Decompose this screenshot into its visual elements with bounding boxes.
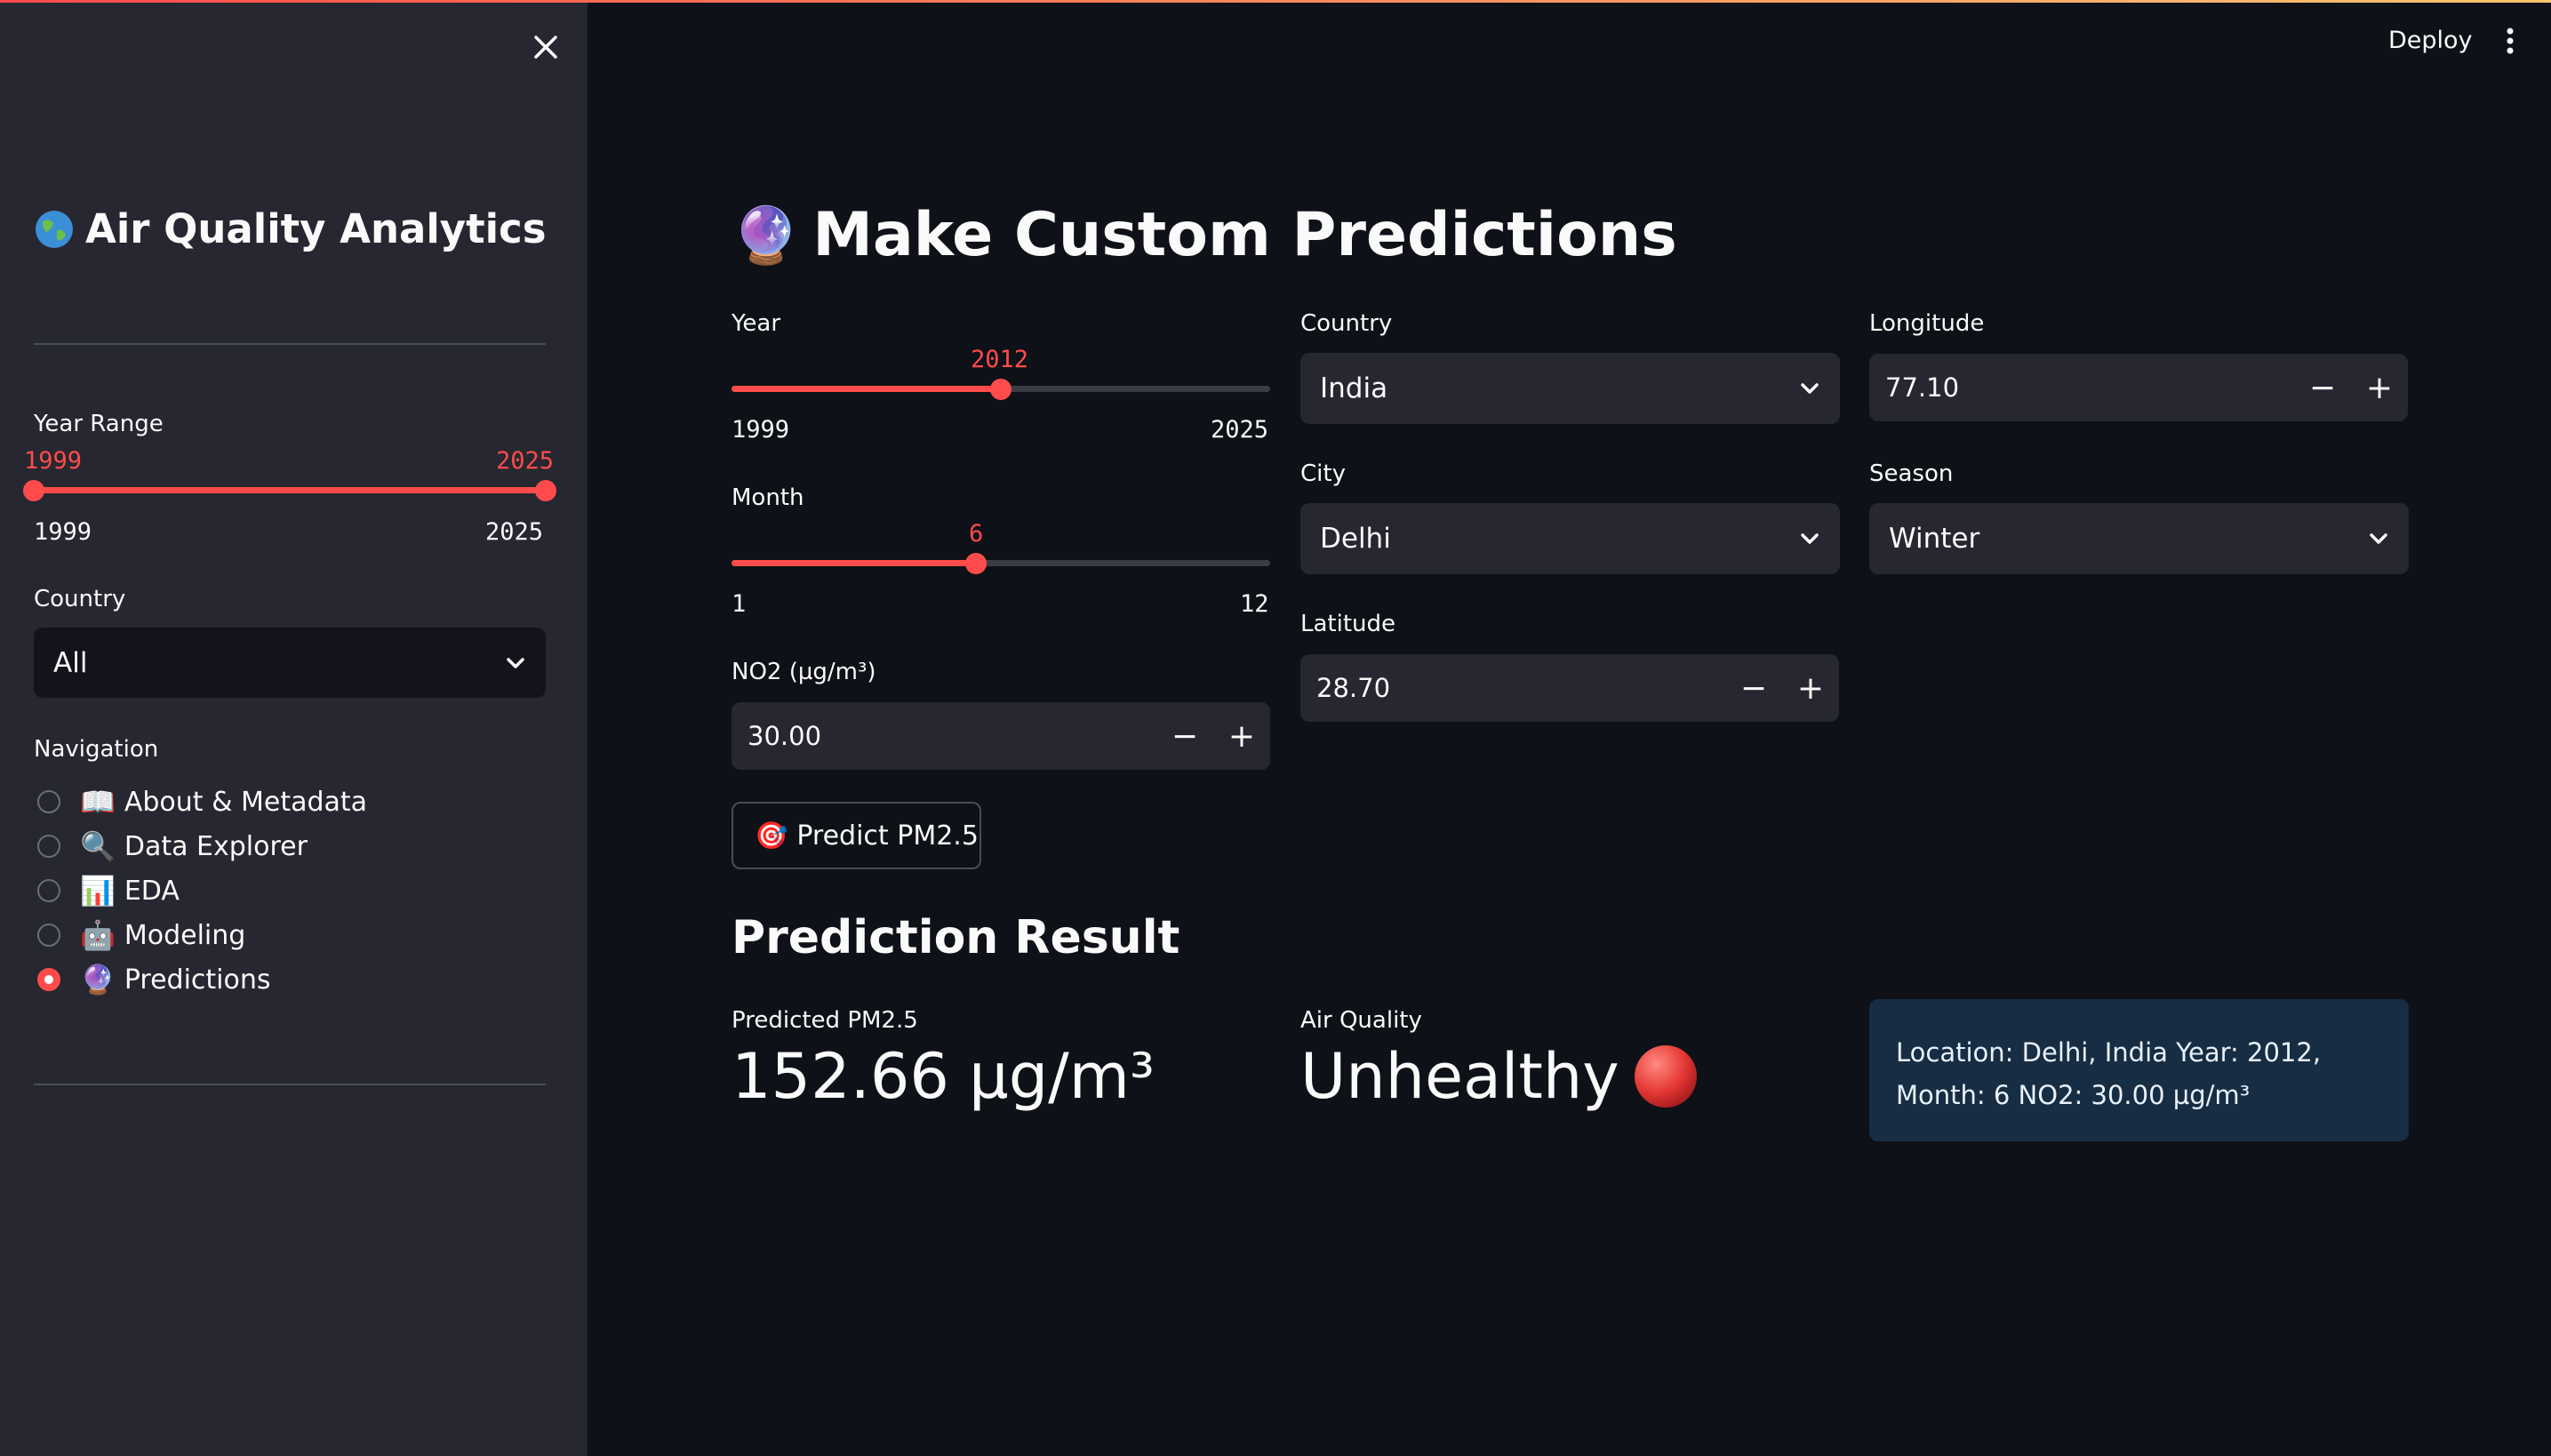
- chevron-down-icon: [1801, 533, 1819, 544]
- month-slider-handle[interactable]: [965, 553, 987, 574]
- minus-icon[interactable]: −: [1725, 654, 1782, 722]
- sidebar-title: Air Quality Analytics: [34, 205, 547, 252]
- sidebar: Air Quality Analytics Year Range 1999 20…: [0, 3, 588, 1456]
- latitude-input[interactable]: 28.70 − +: [1300, 654, 1839, 722]
- magnifier-icon: 🔍: [80, 829, 116, 863]
- sidebar-divider: [34, 343, 546, 345]
- sidebar-country-value: All: [53, 646, 88, 679]
- longitude-label: Longitude: [1869, 310, 1985, 337]
- year-min-label: 1999: [732, 416, 790, 444]
- plus-icon[interactable]: +: [2351, 354, 2408, 421]
- year-range-track[interactable]: [34, 487, 546, 493]
- bar-chart-icon: 📊: [80, 874, 116, 908]
- radio-button[interactable]: [37, 879, 60, 902]
- year-label: Year: [732, 310, 781, 337]
- deploy-button[interactable]: Deploy: [2388, 27, 2473, 54]
- year-slider-fill: [732, 386, 1001, 392]
- city-select[interactable]: Delhi: [1300, 503, 1840, 574]
- pm25-metric-label: Predicted PM2.5: [732, 1007, 918, 1034]
- month-value: 6: [969, 520, 984, 548]
- month-max-label: 12: [1240, 590, 1269, 618]
- radio-button[interactable]: [37, 924, 60, 947]
- prediction-info-box: Location: Delhi, India Year: 2012, Month…: [1869, 999, 2409, 1141]
- longitude-value[interactable]: 77.10: [1869, 372, 2294, 403]
- radio-button[interactable]: [37, 790, 60, 813]
- red-circle-icon: [1634, 1045, 1697, 1108]
- plus-icon[interactable]: +: [1213, 702, 1270, 770]
- prediction-info-text: Location: Delhi, India Year: 2012, Month…: [1896, 1037, 2322, 1110]
- globe-icon: [36, 210, 73, 248]
- year-range-low-value: 1999: [24, 447, 83, 475]
- pm25-metric-value: 152.66 µg/m³: [732, 1040, 1155, 1113]
- city-label: City: [1300, 460, 1346, 487]
- no2-value[interactable]: 30.00: [732, 721, 1156, 751]
- nav-item-predictions[interactable]: 🔮 Predictions: [37, 963, 271, 996]
- month-label: Month: [732, 484, 804, 511]
- open-book-icon: 📖: [80, 785, 116, 819]
- year-value: 2012: [971, 346, 1029, 373]
- air-quality-metric: Unhealthy: [1300, 1040, 1699, 1113]
- target-icon: 🎯: [755, 820, 788, 852]
- month-min-label: 1: [732, 590, 747, 618]
- robot-icon: 🤖: [80, 918, 116, 952]
- chevron-down-icon: [2370, 533, 2387, 544]
- air-quality-label: Air Quality: [1300, 1007, 1422, 1034]
- predict-button[interactable]: 🎯 Predict PM2.5: [732, 802, 981, 869]
- nav-item-data-explorer[interactable]: 🔍 Data Explorer: [37, 829, 308, 863]
- vertical-dots-icon: [2507, 28, 2514, 54]
- sidebar-divider: [34, 1084, 546, 1085]
- prediction-result-heading: Prediction Result: [732, 911, 1180, 964]
- air-quality-value: Unhealthy: [1300, 1040, 1619, 1113]
- season-label: Season: [1869, 460, 1954, 487]
- sidebar-title-text: Air Quality Analytics: [85, 205, 547, 252]
- navigation-label: Navigation: [34, 736, 159, 763]
- nav-item-eda[interactable]: 📊 EDA: [37, 874, 180, 908]
- predict-button-label: Predict PM2.5: [796, 820, 979, 852]
- season-select[interactable]: Winter: [1869, 503, 2409, 574]
- chevron-down-icon: [1801, 383, 1819, 394]
- year-range-high-value: 2025: [496, 447, 555, 475]
- country-value: India: [1320, 372, 1388, 404]
- minus-icon[interactable]: −: [1156, 702, 1213, 770]
- nav-item-about[interactable]: 📖 About & Metadata: [37, 785, 367, 819]
- month-slider-fill: [732, 560, 976, 566]
- country-select[interactable]: India: [1300, 353, 1840, 424]
- close-sidebar-button[interactable]: [526, 28, 565, 67]
- sidebar-country-label: Country: [34, 586, 126, 612]
- close-icon: [534, 36, 557, 59]
- country-label: Country: [1300, 310, 1393, 337]
- nav-item-label: About & Metadata: [124, 786, 368, 818]
- nav-item-label: Data Explorer: [124, 830, 308, 862]
- nav-item-label: EDA: [124, 875, 180, 907]
- crystal-ball-icon: 🔮: [732, 202, 801, 268]
- longitude-input[interactable]: 77.10 − +: [1869, 354, 2408, 421]
- sidebar-country-select[interactable]: All: [34, 628, 546, 698]
- latitude-value[interactable]: 28.70: [1300, 673, 1725, 703]
- main-menu-button[interactable]: [2501, 27, 2519, 55]
- minus-icon[interactable]: −: [2294, 354, 2351, 421]
- year-range-min-label: 1999: [34, 518, 92, 546]
- year-range-label: Year Range: [34, 411, 164, 437]
- latitude-label: Latitude: [1300, 611, 1396, 637]
- crystal-ball-icon: 🔮: [80, 963, 116, 996]
- nav-item-label: Modeling: [124, 919, 246, 951]
- chevron-down-icon: [507, 657, 524, 668]
- year-max-label: 2025: [1211, 416, 1269, 444]
- year-range-high-handle[interactable]: [535, 480, 556, 501]
- nav-item-label: Predictions: [124, 964, 271, 996]
- no2-input[interactable]: 30.00 − +: [732, 702, 1270, 770]
- season-value: Winter: [1889, 523, 1980, 555]
- year-range-low-handle[interactable]: [23, 480, 44, 501]
- year-range-max-label: 2025: [485, 518, 544, 546]
- city-value: Delhi: [1320, 523, 1391, 555]
- nav-item-modeling[interactable]: 🤖 Modeling: [37, 918, 245, 952]
- page-title: 🔮 Make Custom Predictions: [732, 200, 1677, 270]
- year-slider-handle[interactable]: [990, 379, 1012, 400]
- plus-icon[interactable]: +: [1782, 654, 1839, 722]
- radio-button[interactable]: [37, 835, 60, 858]
- no2-label: NO2 (µg/m³): [732, 659, 876, 685]
- page-title-text: Make Custom Predictions: [812, 200, 1677, 270]
- radio-button-selected[interactable]: [37, 968, 60, 991]
